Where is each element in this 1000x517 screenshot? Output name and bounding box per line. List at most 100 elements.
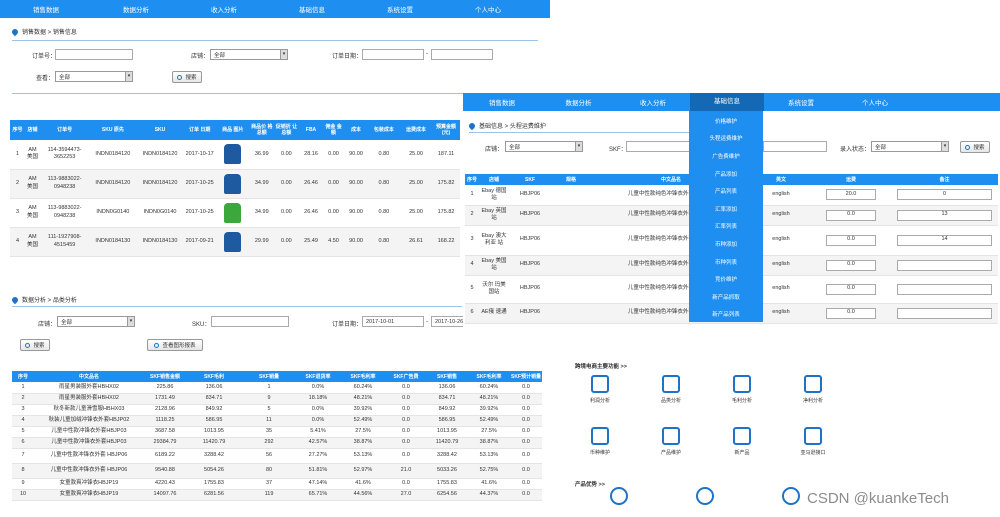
freight-input[interactable]: 0.0 (826, 234, 876, 246)
remark-input[interactable] (897, 259, 992, 271)
feature-download[interactable]: 产品维护 (646, 427, 696, 456)
col-header[interactable]: 包装成本 (367, 120, 400, 140)
nav-sales[interactable]: 销售数据 (463, 97, 541, 107)
col-header[interactable]: 佣金 金额 (322, 120, 345, 140)
col-header[interactable]: SKF毛利率 (468, 371, 510, 382)
col-header[interactable]: SKU 原先 (89, 120, 137, 140)
date-to-input[interactable] (431, 49, 493, 60)
freight-input[interactable]: 0.0 (826, 307, 876, 319)
sku-input[interactable] (211, 316, 289, 327)
dropdown-item[interactable]: 币种列表 (689, 253, 763, 271)
dropdown-item[interactable]: 汇率列表 (689, 218, 763, 236)
freight-input[interactable]: 0.0 (826, 259, 876, 271)
nav-basic[interactable]: 基础信息 (690, 93, 764, 111)
feature-currency[interactable]: 币种维护 (575, 427, 625, 456)
col-header[interactable]: 店铺 (479, 174, 509, 185)
col-header[interactable]: 订单 日期 (183, 120, 216, 140)
col-header[interactable]: 序号 (465, 174, 479, 185)
nav-sales[interactable]: 销售数据 (0, 4, 92, 14)
date-from-input[interactable]: 2017-10-01 (362, 316, 424, 327)
state-select[interactable]: 全部 ▾ (871, 141, 949, 152)
col-header[interactable]: 促销折 让总额 (273, 120, 300, 140)
col-header[interactable]: 序号 (10, 120, 25, 140)
feature-chart[interactable]: 品类分析 (646, 375, 696, 404)
table-row[interactable]: 1 雨星男装服外套HBHX02 225.86 136.06 1 0.0% 60.24% 0.0… (12, 382, 542, 394)
remark-input[interactable] (897, 283, 992, 295)
jacket-thumbnail[interactable] (224, 231, 242, 252)
col-header[interactable]: SKF (509, 174, 551, 185)
remark-input[interactable] (897, 307, 992, 319)
col-header[interactable]: SKF退货率 (296, 371, 340, 382)
freight-input[interactable]: 0.0 (826, 283, 876, 295)
col-header[interactable]: 中文品名 (34, 371, 144, 382)
col-header[interactable]: SKU (136, 120, 184, 140)
order-input[interactable] (55, 49, 133, 60)
table-row[interactable]: 3 秋冬新款儿童滑雪服HBHX03 2128.96 849.92 5 0.0% 39.92%… (12, 404, 542, 416)
feature-document[interactable]: 净利分析 (788, 375, 838, 404)
col-header[interactable]: 商品价 格总额 (249, 120, 274, 140)
dropdown-item[interactable]: 产品列表 (689, 182, 763, 200)
nav-basic[interactable]: 基础信息 (268, 4, 356, 14)
dropdown-item[interactable]: 币种添加 (689, 235, 763, 253)
advantage-shield[interactable] (685, 487, 725, 509)
table-row[interactable]: 1 AM 美国 114-3594473-3652253 INDN0184120 INDN… (10, 140, 460, 170)
nav-settings[interactable]: 系统设置 (764, 97, 838, 107)
dropdown-item[interactable]: 新产品列表 (689, 306, 763, 324)
col-header[interactable]: SKF毛利 (186, 371, 242, 382)
freight-input[interactable]: 0.0 (826, 209, 876, 221)
table-row[interactable]: 8 儿童中性款冲锋衣外套 HBJP06 9540.88 5054.26 80 51.81%… (12, 463, 542, 479)
nav-profile[interactable]: 个人中心 (838, 97, 912, 107)
freight-input[interactable]: 20.0 (826, 189, 876, 201)
dropdown-item[interactable]: 产品添加 (689, 165, 763, 183)
col-header[interactable]: 订单号 (40, 120, 90, 140)
advantage-check[interactable] (771, 487, 811, 509)
nav-profile[interactable]: 个人中心 (444, 4, 532, 14)
dropdown-item[interactable]: 新产品抓取 (689, 288, 763, 306)
dropdown-item[interactable]: 价格维护 (689, 112, 763, 130)
feature-alarm[interactable]: 新产品 (717, 427, 767, 456)
table-row[interactable]: 10 女童款爽冲锋衣HBJP19 14097.76 6281.56 119 65.71% 4… (12, 489, 542, 501)
remark-input[interactable]: 13 (897, 209, 992, 221)
table-row[interactable]: 4 AM 美国 111-1927908-4515459 INDN0184130 INDN… (10, 227, 460, 257)
remark-input[interactable]: 14 (897, 234, 992, 246)
col-header[interactable]: FBA (299, 120, 323, 140)
table-row[interactable]: 2 AM 美国 113-9883022-0948238 INDN0184120 INDN… (10, 169, 460, 199)
date-from-input[interactable] (362, 49, 424, 60)
nav-income[interactable]: 收入分析 (180, 4, 268, 14)
advantage-support[interactable] (599, 487, 639, 509)
search-button[interactable]: 搜索 (172, 71, 202, 83)
col-header[interactable]: 序号 (12, 371, 34, 382)
col-header[interactable]: SKF广告费 (386, 371, 426, 382)
dropdown-item[interactable]: 广告费维护 (689, 147, 763, 165)
shop-select[interactable]: 全部 ▾ (57, 316, 135, 327)
feature-bar-chart[interactable]: 亚马逊接口 (788, 427, 838, 456)
view-chart-button[interactable]: 查看图形报表 (147, 339, 203, 351)
skf-input[interactable] (626, 141, 690, 152)
table-row[interactable]: 9 女童款爽冲锋衣HBJP19 4220.43 1755.83 37 47.14% 41.6… (12, 478, 542, 490)
jacket-thumbnail[interactable] (224, 173, 242, 194)
shop-select[interactable]: 全部 ▾ (210, 49, 288, 60)
col-header[interactable]: SKF销量 (242, 371, 296, 382)
col-header[interactable]: 商品 图片 (215, 120, 250, 140)
table-row[interactable]: 4 秋装儿童加绒冲锋衣外套HBJP02 1118.25 586.95 11 0.0% 52.… (12, 415, 542, 427)
search-button[interactable]: 搜索 (960, 141, 990, 153)
nav-analysis[interactable]: 数据分析 (541, 97, 616, 107)
table-row[interactable]: 3 AM 美国 113-9883022-0948238 INDN0G0140 INDN0… (10, 198, 460, 228)
jacket-thumbnail[interactable] (224, 202, 242, 223)
col-header[interactable]: SKF销售 (426, 371, 468, 382)
nav-analysis[interactable]: 数据分析 (92, 4, 180, 14)
col-header[interactable]: 店铺 (25, 120, 40, 140)
dropdown-item[interactable]: 头程运费维护 (689, 130, 763, 148)
feature-yen[interactable]: 毛利分析 (717, 375, 767, 404)
feature-report[interactable]: 利润分析 (575, 375, 625, 404)
dropdown-item[interactable]: 竞价维护 (689, 270, 763, 288)
table-row[interactable]: 7 儿童中性款冲锋衣外套 HBJP06 6189.22 3288.42 56 27.27%… (12, 448, 542, 464)
table-row[interactable]: 2 雨星男装服外套HBHX02 1731.49 834.71 9 18.18% 48.21%… (12, 393, 542, 405)
col-header[interactable]: 运费成本 (399, 120, 433, 140)
remark-input[interactable]: 0 (897, 189, 992, 201)
skf-input-2[interactable] (763, 141, 827, 152)
col-header[interactable]: 规格 (551, 174, 591, 185)
col-header[interactable]: 成本 (344, 120, 368, 140)
col-header[interactable]: SKF预计销量 (510, 371, 542, 382)
col-header[interactable]: 备注 (891, 174, 998, 185)
